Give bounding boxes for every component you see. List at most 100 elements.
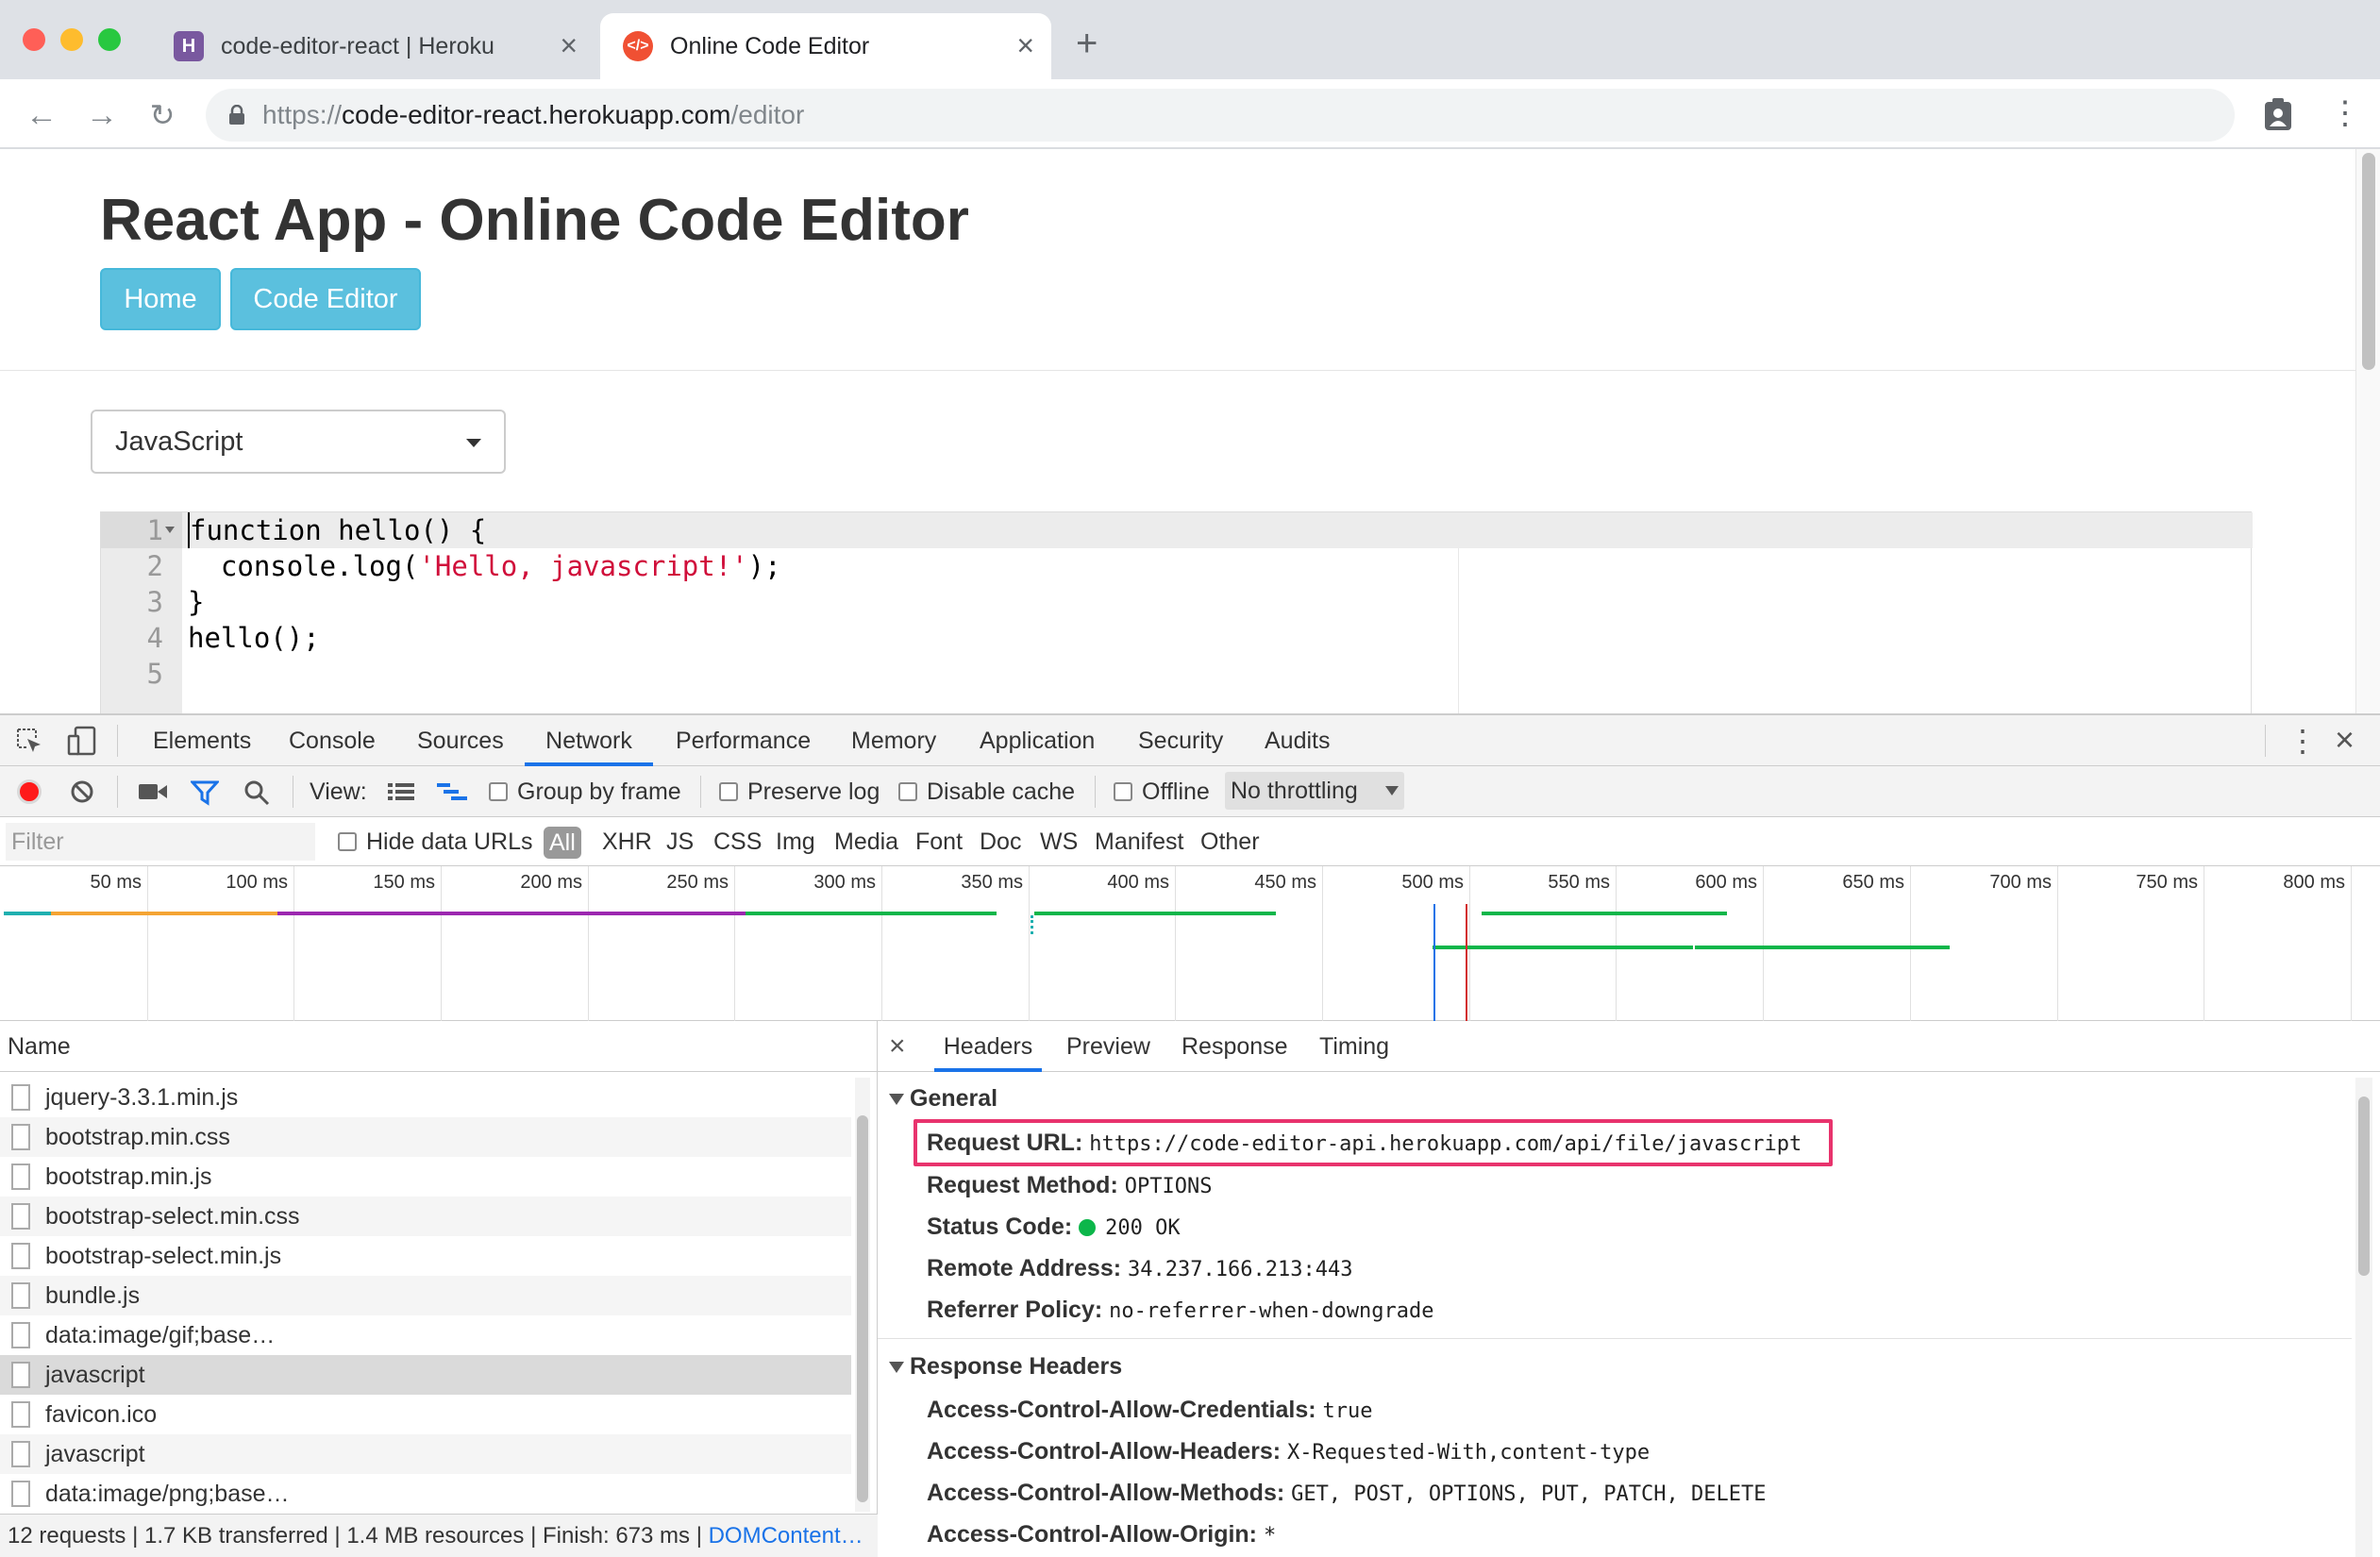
filter-img[interactable]: Img [776,817,815,866]
close-icon[interactable]: × [1016,30,1034,60]
large-rows-icon[interactable] [387,781,415,802]
request-list-scrollbar[interactable] [855,1078,870,1512]
toolbar-separator [700,776,701,808]
back-icon[interactable]: ← [23,96,60,134]
tab-network[interactable]: Network [525,715,653,766]
page-scrollbar[interactable] [2355,149,2380,713]
toolbar-separator [117,725,118,757]
general-section-header[interactable]: General [889,1085,997,1113]
reload-icon[interactable]: ↻ [143,96,181,134]
preserve-log-checkbox[interactable]: Preserve log [719,766,880,817]
filter-media[interactable]: Media [834,817,898,866]
request-row[interactable]: javascript [0,1434,851,1474]
code-line[interactable]: function hello() { [188,512,486,548]
code-line[interactable]: } [188,584,204,620]
close-icon[interactable]: × [889,1021,906,1072]
filter-xhr[interactable]: XHR [602,817,652,866]
checkbox[interactable] [489,782,508,801]
tab-preview[interactable]: Preview [1066,1021,1150,1072]
filter-other[interactable]: Other [1200,817,1260,866]
offline-checkbox[interactable]: Offline [1114,766,1210,817]
inspect-element-icon[interactable] [15,727,43,755]
request-row[interactable]: bootstrap.min.js [0,1157,851,1197]
checkbox-label: Disable cache [927,778,1076,805]
checkbox[interactable] [1114,782,1132,801]
tab-response[interactable]: Response [1182,1021,1288,1072]
close-icon[interactable]: × [560,30,578,60]
tab-headers[interactable]: Headers [934,1021,1042,1072]
request-row[interactable]: bootstrap.min.css [0,1117,851,1157]
browser-tab-heroku[interactable]: H code-editor-react | Heroku × [151,13,595,79]
code-line[interactable]: hello(); [188,620,320,656]
filter-input[interactable]: Filter [6,823,315,861]
filter-doc[interactable]: Doc [980,817,1021,866]
tab-audits[interactable]: Audits [1265,715,1330,766]
request-row[interactable]: javascript [0,1355,851,1395]
window-maximize-button[interactable] [98,28,121,51]
waterfall-bar [51,912,277,915]
tab-elements[interactable]: Elements [153,715,251,766]
name-column-header[interactable]: Name [0,1021,878,1072]
request-row[interactable]: bootstrap-select.min.js [0,1236,851,1276]
fold-icon[interactable] [165,527,175,533]
device-toolbar-icon[interactable] [66,725,98,757]
request-row[interactable]: jquery-3.3.1.min.js [0,1078,851,1117]
record-icon[interactable] [17,779,42,804]
scrollbar-thumb[interactable] [2358,1097,2370,1276]
new-tab-icon[interactable]: + [1076,25,1098,62]
capture-screenshots-icon[interactable] [138,781,168,802]
tab-timing[interactable]: Timing [1319,1021,1389,1072]
checkbox[interactable] [719,782,738,801]
home-button[interactable]: Home [100,268,221,330]
hide-data-urls-checkbox[interactable]: Hide data URLs [338,817,532,866]
checkbox[interactable] [898,782,917,801]
request-row[interactable]: bundle.js [0,1276,851,1315]
request-row[interactable]: data:image/gif;base… [0,1315,851,1355]
forward-icon[interactable]: → [83,96,121,134]
browser-tab-editor[interactable]: </> Online Code Editor × [600,13,1051,79]
response-headers-section-header[interactable]: Response Headers [889,1353,1122,1381]
disable-cache-checkbox[interactable]: Disable cache [898,766,1075,817]
window-close-button[interactable] [23,28,45,51]
filter-icon[interactable] [191,779,219,806]
code-editor[interactable]: 1 2 3 4 5 function hello() { console.log… [100,511,2253,713]
filter-ws[interactable]: WS [1040,817,1078,866]
code-line[interactable]: console.log('Hello, javascript!'); [188,548,781,584]
code-editor-button[interactable]: Code Editor [230,268,421,330]
tab-application[interactable]: Application [980,715,1095,766]
expand-triangle-icon [889,1093,904,1105]
tab-performance[interactable]: Performance [676,715,811,766]
tab-sources[interactable]: Sources [417,715,504,766]
details-scrollbar[interactable] [2355,1078,2372,1557]
scrollbar-thumb[interactable] [2362,153,2375,370]
address-bar[interactable]: https://code-editor-react.herokuapp.com /… [206,89,2235,142]
filter-all[interactable]: All [544,827,581,859]
language-select[interactable]: JavaScript [91,410,506,474]
network-overview[interactable]: 50 ms 100 ms 150 ms 200 ms 250 ms 300 ms 350 m… [0,866,2380,1021]
more-options-icon[interactable]: ⋮ [2288,723,2318,759]
close-devtools-icon[interactable]: × [2335,721,2355,759]
clear-icon[interactable] [70,779,94,804]
request-row[interactable]: data:image/png;base… [0,1474,851,1514]
menu-icon[interactable]: ⋮ [2329,96,2361,130]
request-row[interactable]: favicon.ico [0,1395,851,1434]
dom-content-loaded-link[interactable]: DOMContent… [709,1523,863,1549]
file-icon [11,1362,30,1388]
scrollbar-thumb[interactable] [857,1115,868,1502]
search-icon[interactable] [243,779,270,806]
group-by-frame-checkbox[interactable]: Group by frame [489,766,681,817]
timeline-gridline [1175,866,1176,1021]
tab-console[interactable]: Console [289,715,376,766]
filter-css[interactable]: CSS [713,817,762,866]
throttling-select[interactable]: No throttling [1225,772,1404,810]
filter-manifest[interactable]: Manifest [1095,817,1183,866]
filter-font[interactable]: Font [915,817,963,866]
tab-memory[interactable]: Memory [851,715,936,766]
waterfall-overview-icon[interactable] [436,781,468,802]
profile-icon[interactable] [2263,96,2293,132]
request-row[interactable]: bootstrap-select.min.css [0,1197,851,1236]
tab-security[interactable]: Security [1138,715,1223,766]
filter-js[interactable]: JS [666,817,694,866]
window-minimize-button[interactable] [60,28,83,51]
checkbox[interactable] [338,832,357,851]
